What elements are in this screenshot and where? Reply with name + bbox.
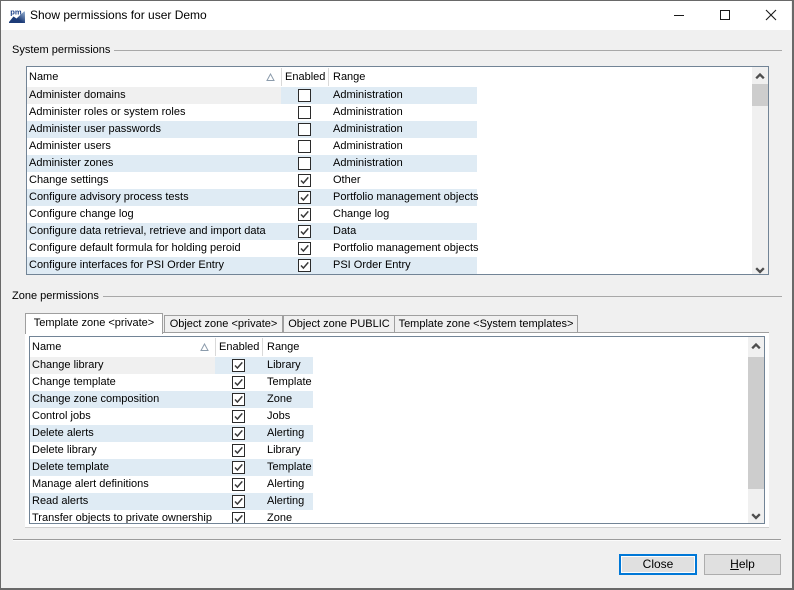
svg-text:pm: pm: [10, 7, 22, 16]
